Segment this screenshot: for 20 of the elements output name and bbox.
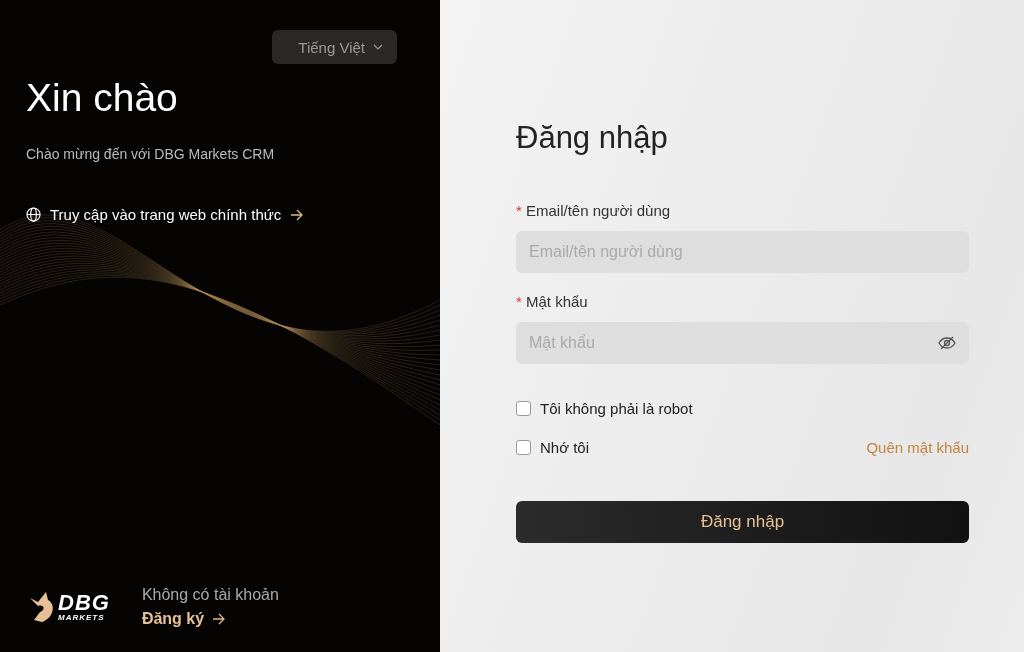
checkbox[interactable] bbox=[516, 401, 531, 416]
field-label: * Email/tên người dùng bbox=[516, 202, 672, 219]
language-dropdown[interactable]: Tiếng Việt bbox=[272, 30, 397, 64]
website-link[interactable]: Truy cập vào trang web chính thức bbox=[26, 206, 440, 223]
greeting-heading: Xin chào bbox=[26, 76, 179, 120]
no-account-text: Không có tài khoản bbox=[141, 586, 279, 604]
globe-icon bbox=[26, 207, 41, 222]
arrow-right-icon bbox=[290, 208, 304, 221]
welcome-text: Chào mừng đến với DBG Markets CRM bbox=[26, 146, 276, 162]
checkbox[interactable] bbox=[516, 440, 531, 455]
login-title: Đăng nhập bbox=[516, 120, 669, 156]
register-link[interactable]: Đăng ký bbox=[141, 610, 279, 628]
brand-logo: DBG MARKETS bbox=[26, 590, 110, 624]
checkbox-option[interactable]: Nhớ tôi bbox=[516, 439, 590, 456]
chevron-down-icon bbox=[373, 43, 383, 51]
checkbox-option[interactable]: Tôi không phải là robot bbox=[516, 400, 693, 417]
arrow-right-icon bbox=[212, 613, 226, 625]
eye-slash-icon[interactable] bbox=[938, 336, 956, 350]
field-label: * Mật khẩu bbox=[516, 293, 589, 310]
login-button[interactable]: Đăng nhập bbox=[516, 501, 969, 543]
